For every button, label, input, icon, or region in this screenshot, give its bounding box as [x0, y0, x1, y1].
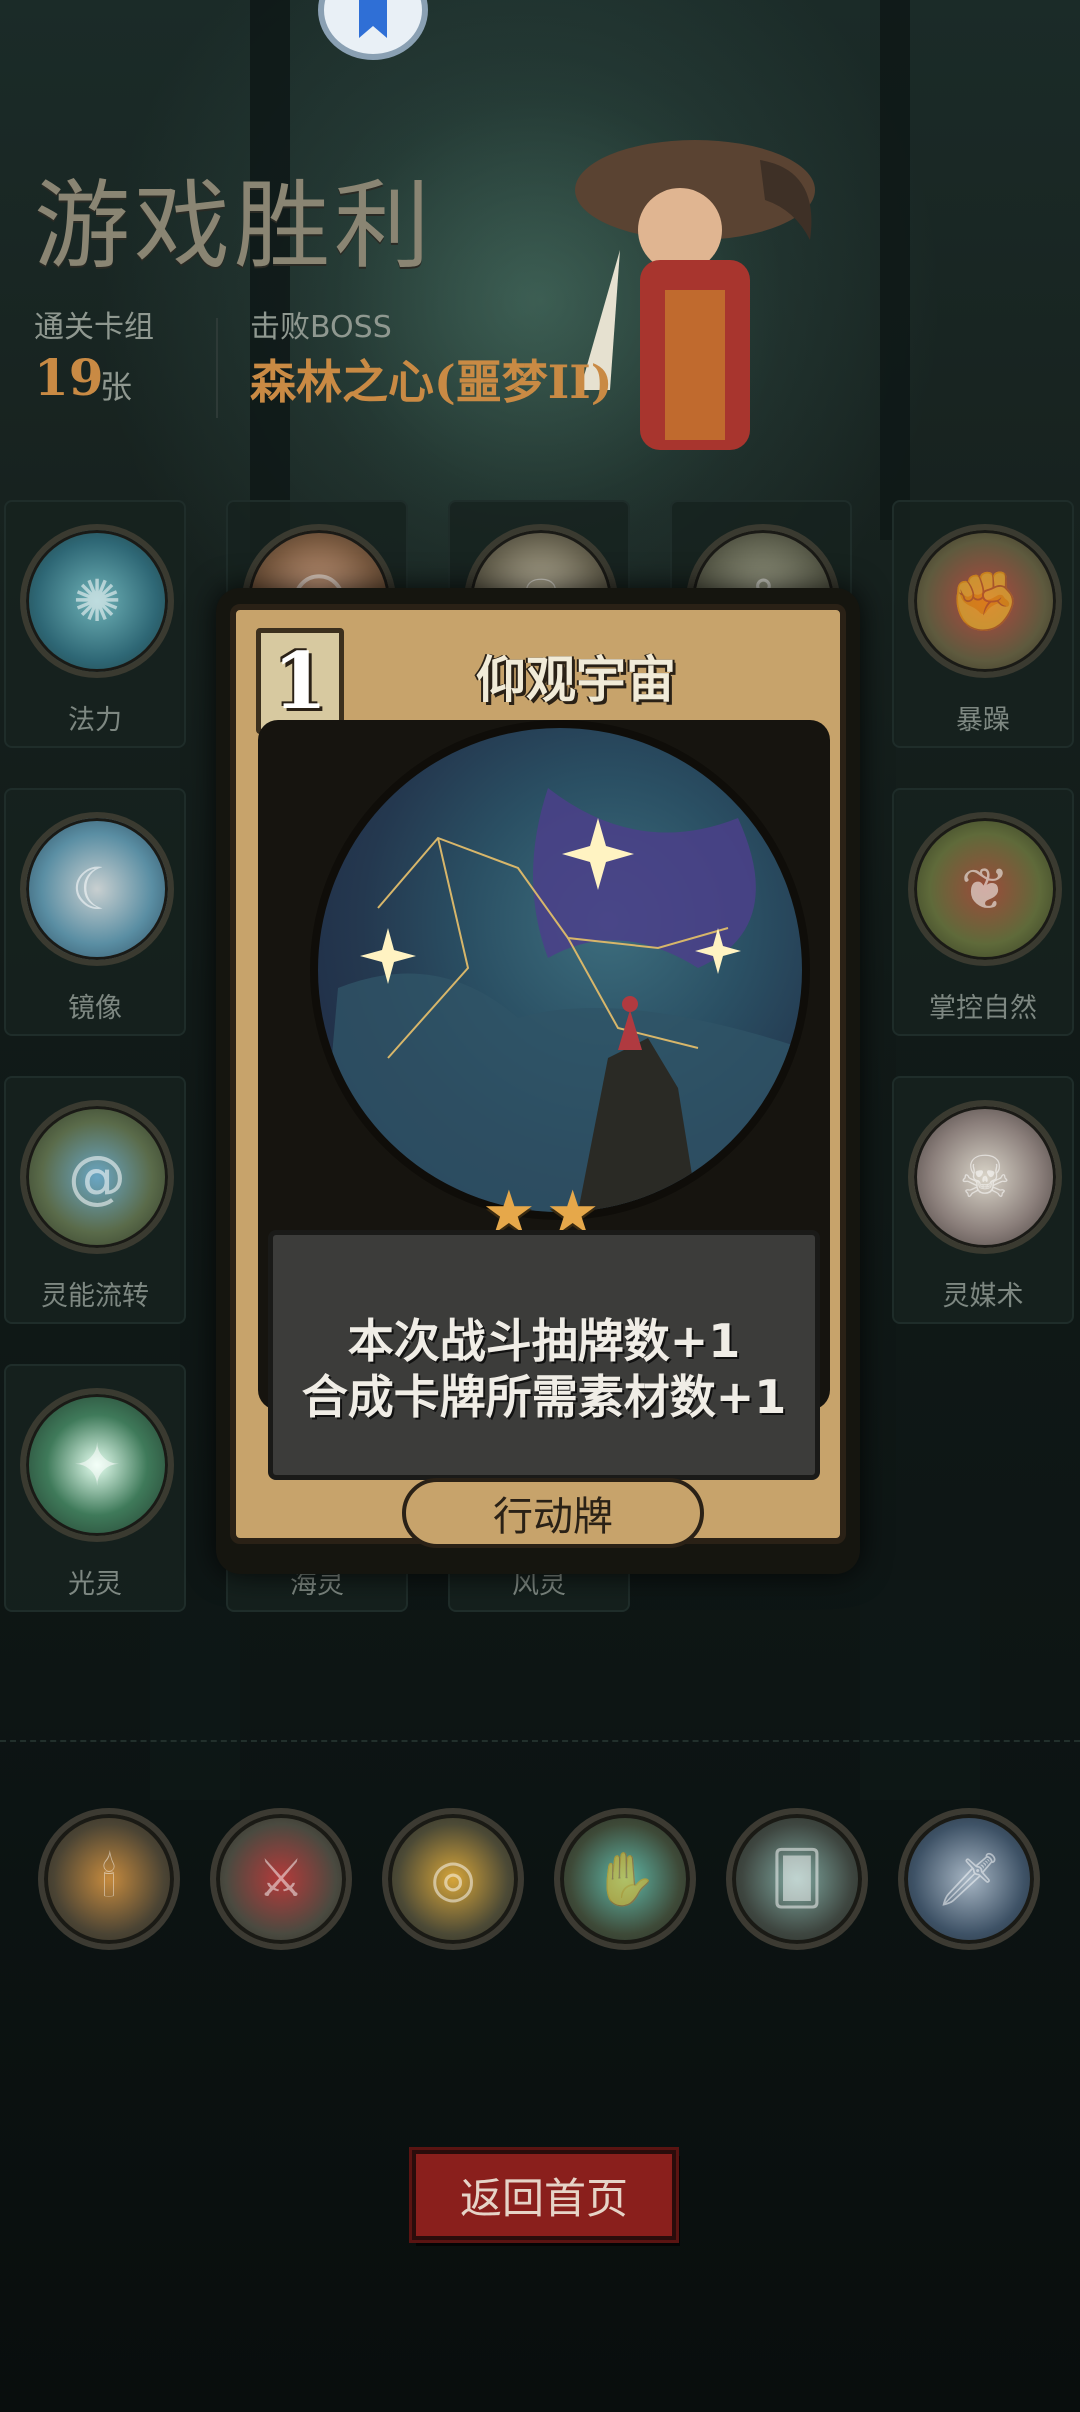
candle-hand-icon[interactable]: 🕯	[38, 1808, 180, 1950]
skill-slot[interactable]: ✊ 暴躁	[892, 500, 1074, 748]
card-frame: 1 仰观宇宙 ★ ★ 本次战斗抽牌数+1 合成卡牌所需素材数+1 行动牌	[230, 604, 846, 1548]
spirit-hand-icon[interactable]: ✋	[554, 1808, 696, 1950]
page-title: 游戏胜利	[34, 170, 434, 282]
card-effect-line: 合成卡牌所需素材数+1	[301, 1370, 787, 1424]
gold-coins-hand-icon[interactable]: ◎	[382, 1808, 524, 1950]
return-home-button[interactable]: 返回首页	[412, 2150, 676, 2240]
return-home-label: 返回首页	[459, 2173, 628, 2223]
card-description-box: 本次战斗抽牌数+1 合成卡牌所需素材数+1	[268, 1230, 820, 1480]
card-detail-popup[interactable]: 1 仰观宇宙 ★ ★ 本次战斗抽牌数+1 合成卡牌所需素材数+1 行动牌	[216, 588, 860, 1574]
background-tree	[860, 1580, 980, 1800]
red-hood-attack-icon[interactable]: ⚔	[210, 1808, 352, 1950]
bookmark-icon	[359, 0, 387, 38]
section-divider	[0, 1740, 1080, 1742]
skill-slot[interactable]: @ 灵能流转	[4, 1076, 186, 1324]
card-name: 仰观宇宙	[476, 651, 676, 709]
skill-slot[interactable]: ✺ 法力	[4, 500, 186, 748]
skill-slot[interactable]: ✦ 光灵	[4, 1364, 186, 1612]
card-type-badge: 行动牌	[402, 1478, 704, 1548]
deck-label: 通关卡组	[34, 310, 154, 345]
deck-unit: 张	[100, 368, 133, 406]
light-spirit-icon: ✦	[20, 1388, 174, 1542]
starry-sky-illustration	[310, 720, 810, 1220]
skill-label: 光灵	[68, 1569, 122, 1600]
boss-label: 击败BOSS	[250, 310, 392, 345]
boss-name: 森林之心(噩梦II)	[250, 355, 613, 409]
nature-vines-icon: ❦	[908, 812, 1062, 966]
skill-label: 掌控自然	[929, 993, 1037, 1024]
background-tree	[880, 0, 910, 540]
mana-orb-icon: ✺	[20, 524, 174, 678]
skill-slot[interactable]: ☠ 灵媒术	[892, 1076, 1074, 1324]
skill-label: 暴躁	[956, 705, 1010, 736]
psychic-swirl-icon: @	[20, 1100, 174, 1254]
skill-label: 法力	[68, 705, 122, 736]
background-tree	[150, 1600, 240, 1800]
card-cost: 1	[272, 635, 328, 727]
stat-divider	[216, 318, 218, 418]
angry-brute-icon: ✊	[908, 524, 1062, 678]
card-type: 行动牌	[493, 1494, 613, 1540]
card-hand-icon[interactable]: 🂠	[726, 1808, 868, 1950]
dagger-icon[interactable]: 🗡	[898, 1808, 1040, 1950]
skill-slot[interactable]: ❦ 掌控自然	[892, 788, 1074, 1036]
skill-label: 灵媒术	[942, 1281, 1024, 1312]
skill-label: 镜像	[68, 993, 122, 1024]
skill-label: 灵能流转	[41, 1281, 149, 1312]
card-cost-badge: 1	[256, 628, 344, 734]
skull-ritual-icon: ☠	[908, 1100, 1062, 1254]
deck-count: 19	[34, 348, 104, 407]
skill-slot[interactable]: ☾ 镜像	[4, 788, 186, 1036]
mirror-moon-icon: ☾	[20, 812, 174, 966]
